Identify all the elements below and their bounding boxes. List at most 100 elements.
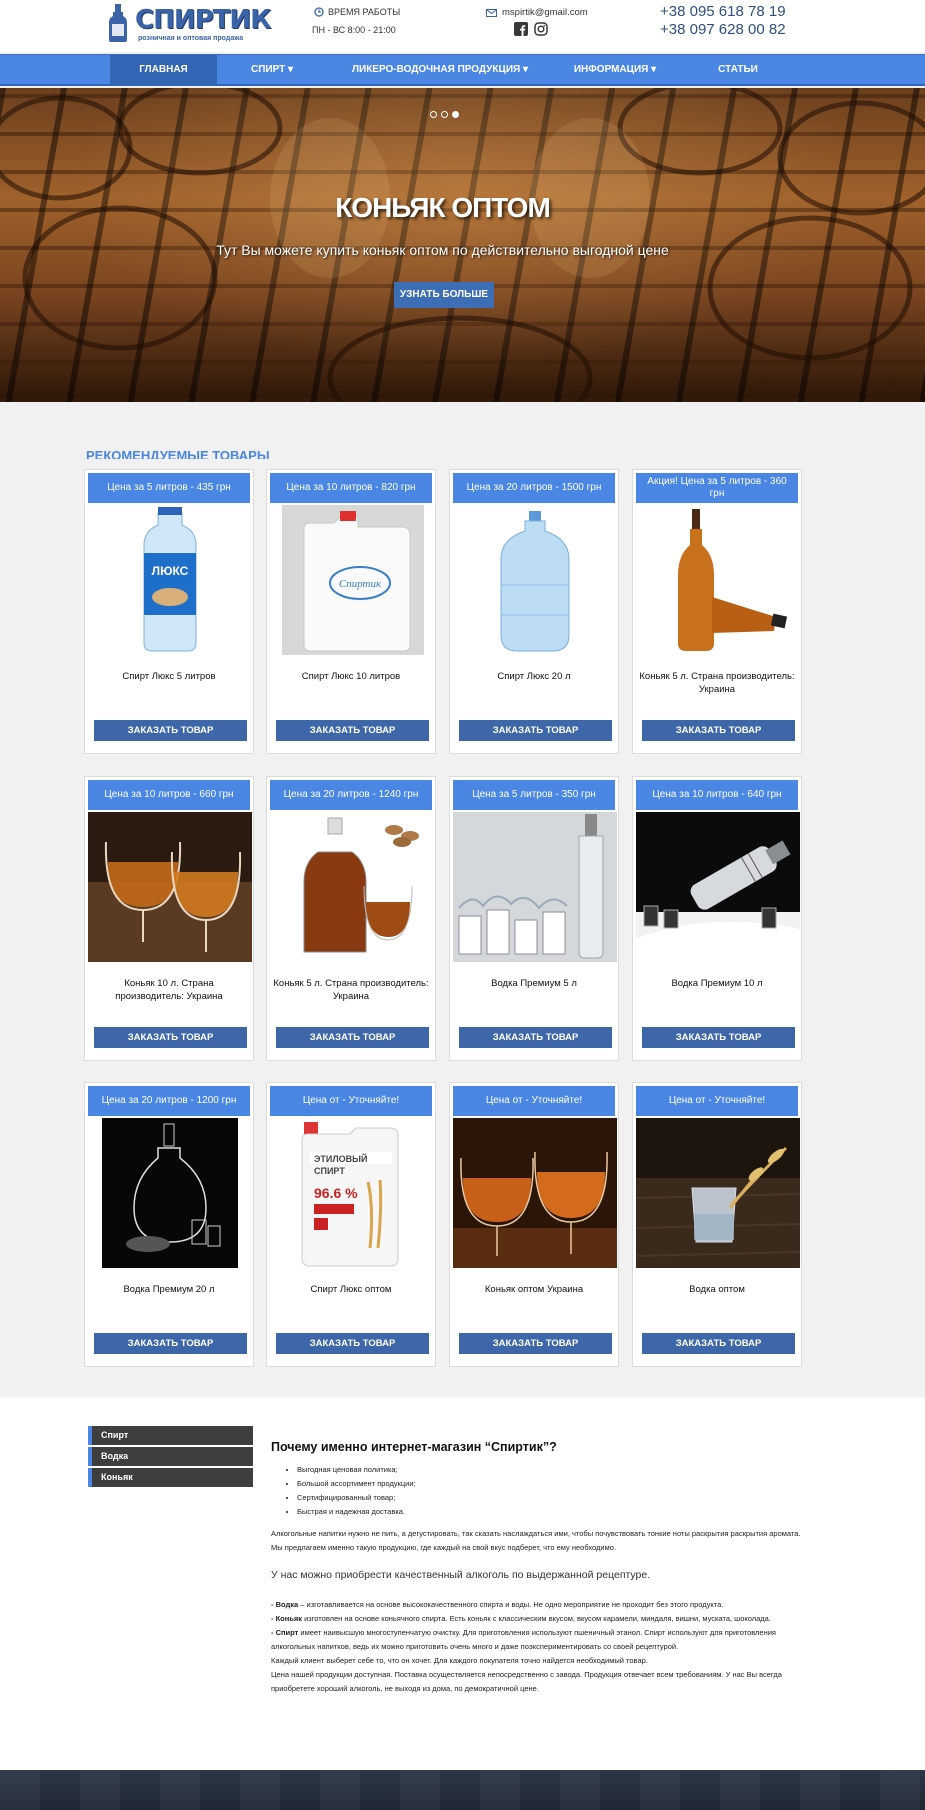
- working-hours-label: ВРЕМЯ РАБОТЫ: [314, 7, 400, 17]
- nav-item-spirit[interactable]: СПИРТ ▾: [232, 55, 312, 85]
- social-links: [514, 22, 548, 36]
- product-price: Цена за 5 литров - 435 грн: [88, 473, 250, 503]
- product-name[interactable]: Коньяк оптом Украина: [456, 1283, 612, 1296]
- product-price: Акция! Цена за 5 литров - 360 грн: [636, 473, 798, 503]
- list-item: Выгодная ценовая политика;: [297, 1463, 801, 1477]
- product-price: Цена от - Уточняйте!: [270, 1086, 432, 1116]
- vodka-label: - Водка: [271, 1600, 299, 1609]
- list-item: Быстрая и надежная доставка.: [297, 1505, 801, 1519]
- order-button[interactable]: ЗАКАЗАТЬ ТОВАР: [459, 1333, 612, 1354]
- order-button[interactable]: ЗАКАЗАТЬ ТОВАР: [642, 1333, 795, 1354]
- logo-text: СПИРТИК: [135, 5, 271, 35]
- contact-email[interactable]: mspirtik@gmail.com: [486, 7, 588, 18]
- product-name[interactable]: Водка Премиум 5 л: [456, 977, 612, 990]
- product-price: Цена за 20 литров - 1200 грн: [88, 1086, 250, 1116]
- product-image[interactable]: [88, 1118, 252, 1268]
- slider-dots: [430, 111, 459, 118]
- nav-item-liquor-products[interactable]: ЛИКЕРО-ВОДОЧНАЯ ПРОДУКЦИЯ ▾: [340, 55, 540, 85]
- product-name[interactable]: Коньяк 5 л. Страна производитель: Украин…: [273, 977, 429, 1003]
- main-navigation: ГЛАВНАЯ СПИРТ ▾ ЛИКЕРО-ВОДОЧНАЯ ПРОДУКЦИ…: [0, 54, 925, 86]
- order-button[interactable]: ЗАКАЗАТЬ ТОВАР: [276, 1027, 429, 1048]
- order-button[interactable]: ЗАКАЗАТЬ ТОВАР: [642, 1027, 795, 1048]
- order-button[interactable]: ЗАКАЗАТЬ ТОВАР: [94, 1027, 247, 1048]
- phone-number-2[interactable]: +38 097 628 00 82: [660, 21, 786, 38]
- sidebar-item-vodka[interactable]: Водка: [88, 1447, 253, 1466]
- product-name[interactable]: Водка Премиум 20 л: [91, 1283, 247, 1296]
- product-price: Цена за 10 литров - 660 грн: [88, 780, 250, 810]
- product-name[interactable]: Коньяк 10 л. Страна производитель: Украи…: [91, 977, 247, 1003]
- product-image[interactable]: [453, 1118, 617, 1268]
- product-name[interactable]: Спирт Люкс оптом: [273, 1283, 429, 1296]
- product-price: Цена за 5 литров - 350 грн: [453, 780, 615, 810]
- order-button[interactable]: ЗАКАЗАТЬ ТОВАР: [459, 1027, 612, 1048]
- product-name[interactable]: Спирт Люкс 10 литров: [273, 670, 429, 683]
- product-image[interactable]: [636, 1118, 800, 1268]
- product-name[interactable]: Водка Премиум 10 л: [639, 977, 795, 990]
- working-hours-value: ПН - ВС 8:00 - 21:00: [312, 25, 396, 35]
- learn-more-button[interactable]: УЗНАТЬ БОЛЬШЕ: [394, 282, 494, 308]
- article-paragraph-intro: Алкогольные напитки нужно не пить, а дег…: [271, 1529, 801, 1552]
- product-image[interactable]: [453, 812, 617, 962]
- email-text: mspirtik@gmail.com: [502, 7, 588, 18]
- product-card: Цена за 10 литров - 640 грн Водка Премиу…: [632, 776, 802, 1061]
- product-card: Цена за 5 литров - 350 грн Водка Премиум…: [449, 776, 619, 1061]
- order-button[interactable]: ЗАКАЗАТЬ ТОВАР: [94, 720, 247, 741]
- facebook-icon[interactable]: [514, 22, 528, 36]
- cognac-label: - Коньяк: [271, 1614, 303, 1623]
- product-card: Цена за 5 литров - 435 грн ЛЮКС Спирт Лю…: [84, 469, 254, 754]
- product-price: Цена за 20 литров - 1240 грн: [270, 780, 432, 810]
- order-button[interactable]: ЗАКАЗАТЬ ТОВАР: [94, 1333, 247, 1354]
- product-card: Цена от - Уточняйте! ЭТИЛОВЫЙ СПИРТ 96.6…: [266, 1082, 436, 1367]
- sidebar-item-cognac[interactable]: Коньяк: [88, 1468, 253, 1487]
- slider-dot-1[interactable]: [430, 111, 437, 118]
- hero-title: КОНЬЯК ОПТОМ: [335, 192, 551, 223]
- product-price: Цена за 20 литров - 1500 грн: [453, 473, 615, 503]
- sidebar-item-spirit[interactable]: Спирт: [88, 1426, 253, 1445]
- spirit-text: имеет наивысшую многоступенчатую очистку…: [271, 1628, 776, 1651]
- order-button[interactable]: ЗАКАЗАТЬ ТОВАР: [276, 720, 429, 741]
- logo-subtitle: розничная и оптовая продажа: [138, 35, 244, 42]
- order-button[interactable]: ЗАКАЗАТЬ ТОВАР: [276, 1333, 429, 1354]
- list-item: Большой ассортимент продукции;: [297, 1477, 801, 1491]
- product-card: Цена от - Уточняйте! Коньяк оптом Украин…: [449, 1082, 619, 1367]
- nav-item-information[interactable]: ИНФОРМАЦИЯ ▾: [560, 55, 670, 85]
- slider-dot-3[interactable]: [452, 111, 459, 118]
- product-image[interactable]: [453, 505, 617, 655]
- article-subheading: У нас можно приобрести качественный алко…: [271, 1569, 651, 1581]
- mail-icon: [486, 8, 497, 17]
- product-name[interactable]: Коньяк 5 л. Страна производитель: Украин…: [639, 670, 795, 696]
- phone-number-1[interactable]: +38 095 618 78 19: [660, 3, 786, 20]
- product-name[interactable]: Спирт Люкс 20 л: [456, 670, 612, 683]
- article-paragraph-price: Цена нашей продукции доступная. Поставка…: [271, 1670, 782, 1693]
- product-image[interactable]: [270, 812, 434, 962]
- spirit-label: - Спирт: [271, 1628, 299, 1637]
- product-card: Цена за 10 литров - 820 грн Спиртик Спир…: [266, 469, 436, 754]
- product-card: Акция! Цена за 5 литров - 360 грн Коньяк…: [632, 469, 802, 754]
- instagram-icon[interactable]: [534, 22, 548, 36]
- product-image[interactable]: [636, 505, 800, 655]
- clock-icon: [314, 7, 324, 17]
- hours-label-text: ВРЕМЯ РАБОТЫ: [328, 7, 401, 17]
- svg-text:96.6 %: 96.6 %: [314, 1185, 358, 1201]
- product-name[interactable]: Спирт Люкс 5 литров: [91, 670, 247, 683]
- nav-item-articles[interactable]: СТАТЬИ: [700, 55, 776, 85]
- svg-text:Спиртик: Спиртик: [339, 578, 382, 590]
- product-image[interactable]: ЛЮКС: [88, 505, 252, 655]
- product-image[interactable]: Спиртик: [270, 505, 434, 655]
- order-button[interactable]: ЗАКАЗАТЬ ТОВАР: [459, 720, 612, 741]
- article-paragraph-cognac: - Коньяк изготовлен на основе коньячного…: [271, 1612, 801, 1626]
- order-button[interactable]: ЗАКАЗАТЬ ТОВАР: [642, 720, 795, 741]
- article-paragraph-client: Каждый клиент выберет себе то, что он хо…: [271, 1656, 648, 1665]
- slider-dot-2[interactable]: [441, 111, 448, 118]
- product-image[interactable]: [88, 812, 252, 962]
- product-name[interactable]: Водка оптом: [639, 1283, 795, 1296]
- advantages-list: Выгодная ценовая политика; Большой ассор…: [271, 1463, 801, 1519]
- product-price: Цена от - Уточняйте!: [636, 1086, 798, 1116]
- product-image[interactable]: [636, 812, 800, 962]
- product-image[interactable]: ЭТИЛОВЫЙ СПИРТ 96.6 %: [270, 1118, 434, 1268]
- article-paragraph-vodka: - Водка – изготавливается на основе высо…: [271, 1598, 801, 1612]
- article-title: Почему именно интернет-магазин “Спиртик”…: [271, 1440, 557, 1454]
- nav-item-home[interactable]: ГЛАВНАЯ: [110, 55, 217, 85]
- article-block: Почему именно интернет-магазин “Спиртик”…: [271, 1440, 801, 1696]
- site-logo[interactable]: СПИРТИК розничная и оптовая продажа: [108, 4, 271, 46]
